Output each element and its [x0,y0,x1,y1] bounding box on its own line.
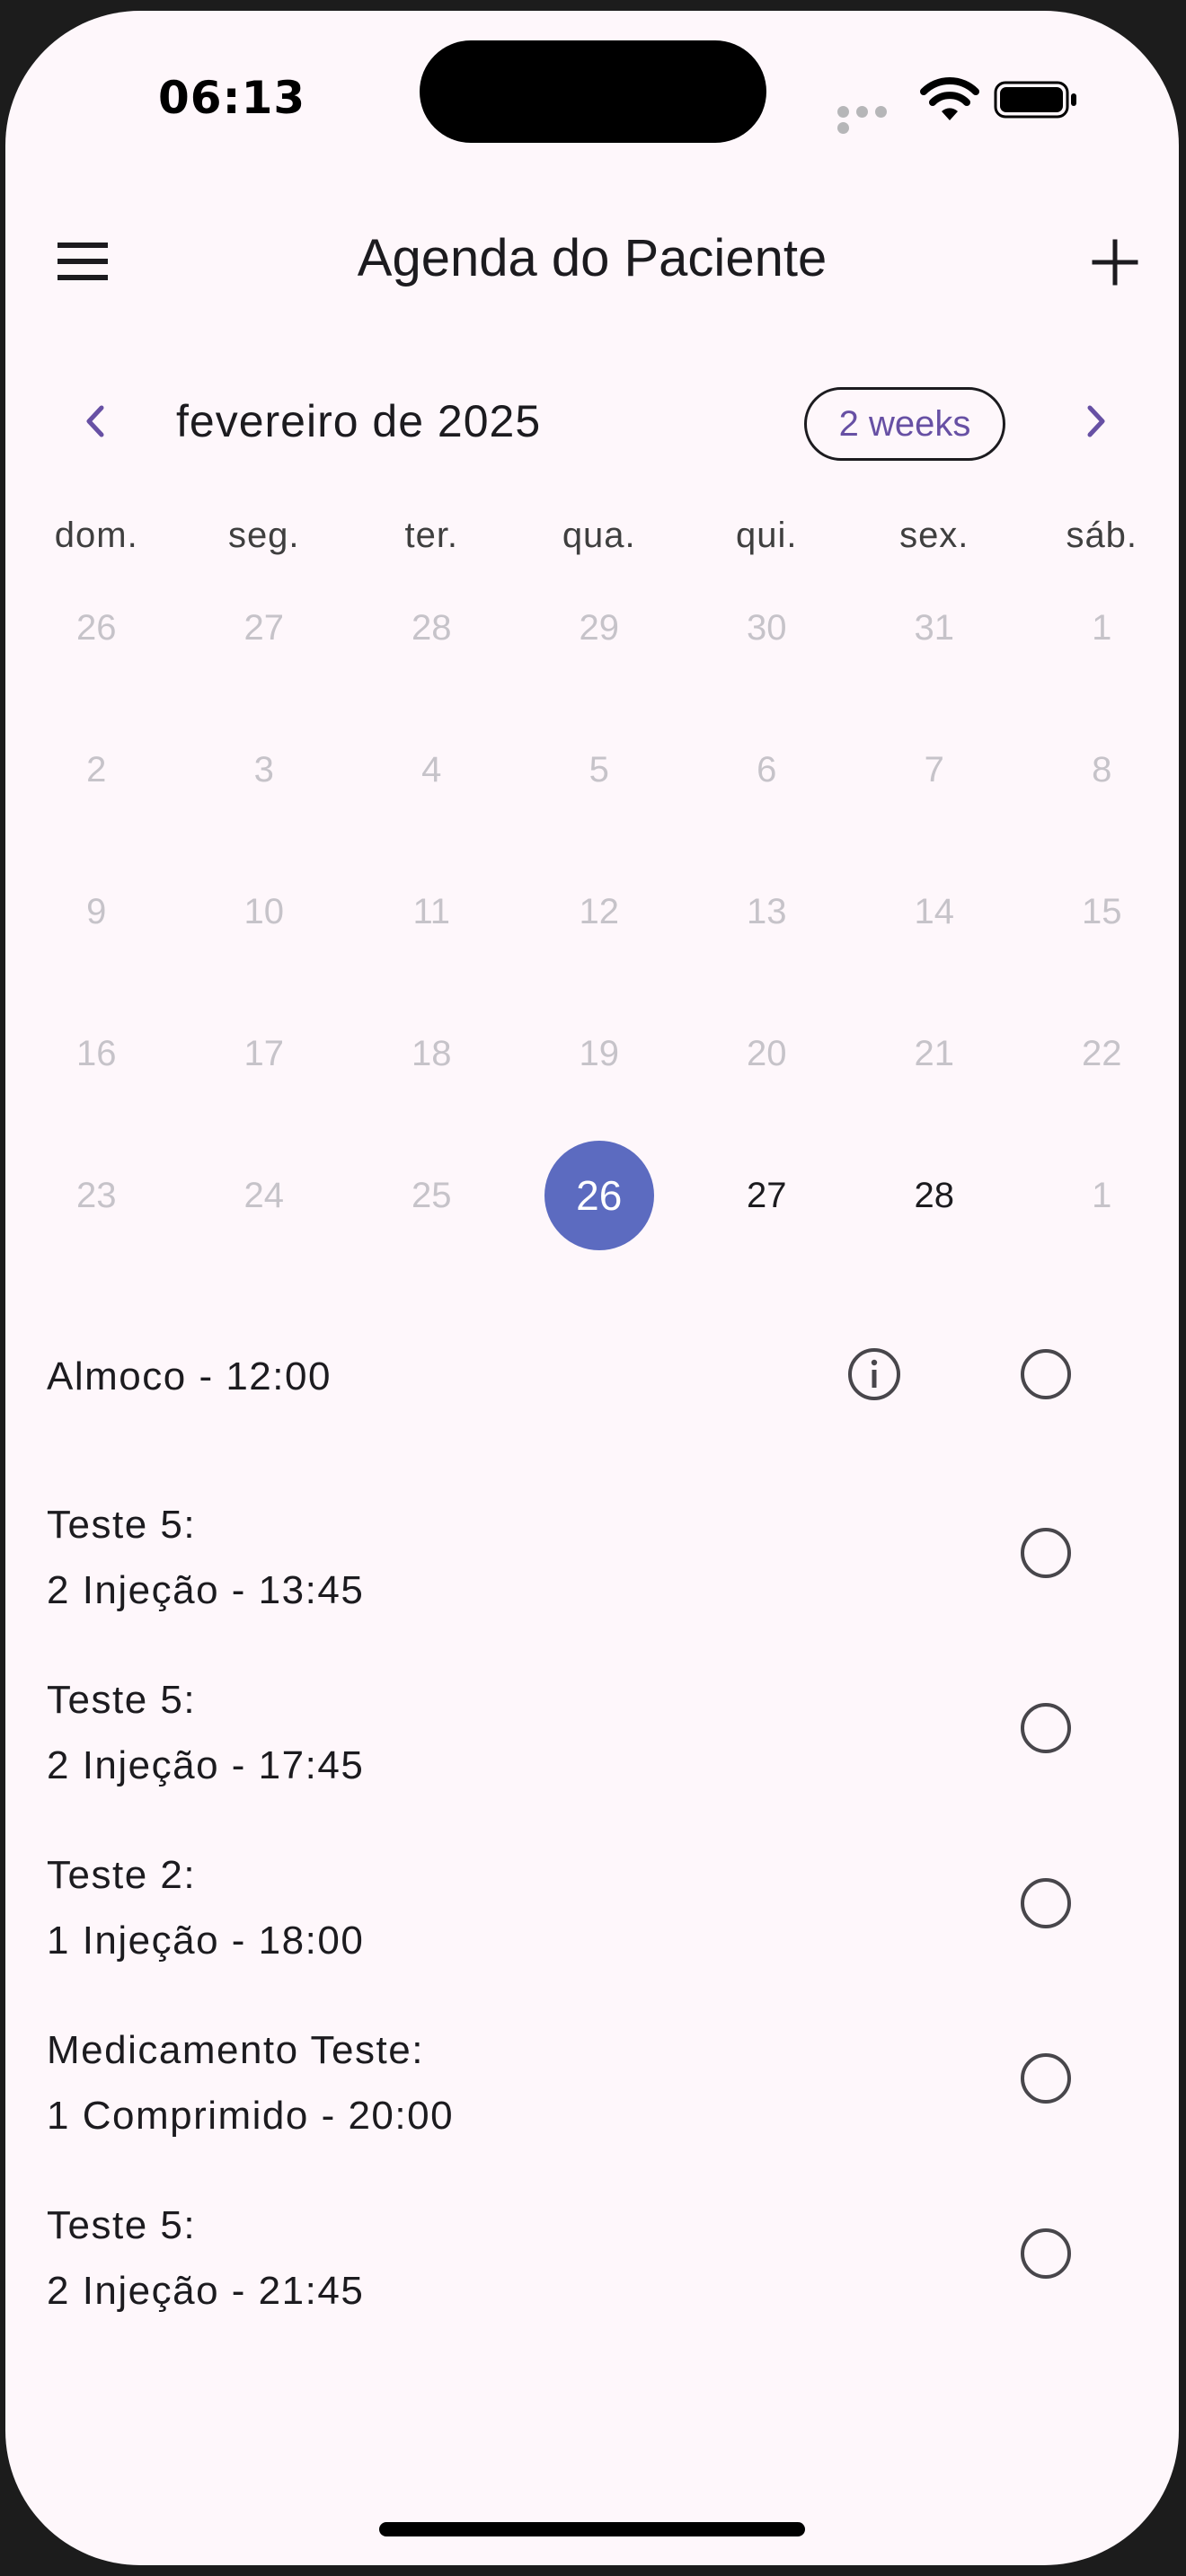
week-row: 2 3 4 5 6 7 8 [13,699,1179,841]
day-cell[interactable]: 31 [851,557,1019,699]
event-item[interactable]: Teste 5: 2 Injeção - 21:45 [5,2203,1179,2378]
chevron-right-icon [1087,405,1105,437]
cellular-signal-icon [837,106,909,134]
weekday-label: seg. [227,516,300,555]
day-cell[interactable]: 3 [181,699,349,841]
day-cell[interactable]: 27 [683,1125,851,1266]
wifi-icon [920,77,979,120]
day-cell[interactable]: 28 [348,557,516,699]
calendar-grid: 26 27 28 29 30 31 1 2 3 4 5 6 7 8 9 10 1… [13,557,1179,1266]
week-row: 9 10 11 12 13 14 15 [13,841,1179,983]
day-cell[interactable]: 9 [13,841,181,983]
weekday-label: dom. [54,516,138,555]
day-cell[interactable]: 20 [683,983,851,1125]
page-title: Agenda do Paciente [357,229,828,287]
day-cell[interactable]: 12 [516,841,684,983]
day-cell[interactable]: 13 [683,841,851,983]
week-row: 16 17 18 19 20 21 22 [13,983,1179,1125]
event-title: Teste 2: [47,1853,197,1897]
info-icon[interactable] [845,1345,903,1403]
event-detail: 2 Injeção - 21:45 [47,2269,365,2313]
day-cell[interactable]: 15 [1018,841,1179,983]
day-cell[interactable]: 1 [1018,1125,1179,1266]
previous-month-button[interactable] [72,397,120,446]
weekday-label: ter. [404,516,459,555]
week-row: 23 24 25 26 27 28 1 [13,1125,1179,1266]
app-screen: 06:13 Agenda do Paciente fevereiro de 20… [5,11,1179,2565]
day-cell[interactable]: 16 [13,983,181,1125]
event-detail: 1 Injeção - 18:00 [47,1919,365,1963]
calendar-format-button[interactable]: 2 weeks [804,387,1005,461]
day-cell[interactable]: 24 [181,1125,349,1266]
status-circle-icon[interactable] [1021,2053,1071,2104]
day-cell[interactable]: 2 [13,699,181,841]
day-cell[interactable]: 30 [683,557,851,699]
event-item[interactable]: Medicamento Teste: 1 Comprimido - 20:00 [5,2028,1179,2203]
event-title: Teste 5: [47,1678,197,1722]
day-cell[interactable]: 17 [181,983,349,1125]
status-time: 06:13 [158,72,306,124]
battery-icon [994,81,1076,119]
event-detail: 1 Comprimido - 20:00 [47,2094,455,2138]
event-item[interactable]: Almoco - 12:00 [5,1328,1179,1503]
day-cell[interactable]: 25 [348,1125,516,1266]
day-cell[interactable]: 11 [348,841,516,983]
event-title: Teste 5: [47,2203,197,2247]
dynamic-island [420,40,766,143]
day-cell[interactable]: 26 [13,557,181,699]
weekday-header: dom. seg. ter. qua. qui. sex. sáb. [13,516,1179,560]
status-circle-icon[interactable] [1021,1349,1071,1399]
weekday-label: sex. [899,516,969,555]
status-circle-icon[interactable] [1021,2228,1071,2279]
week-row: 26 27 28 29 30 31 1 [13,557,1179,699]
status-circle-icon[interactable] [1021,1703,1071,1753]
event-item[interactable]: Teste 5: 2 Injeção - 17:45 [5,1678,1179,1853]
event-list: Almoco - 12:00 Teste 5: 2 Injeção - 13:4… [5,1328,1179,2378]
day-cell[interactable]: 1 [1018,557,1179,699]
event-title: Medicamento Teste: [47,2028,424,2072]
status-circle-icon[interactable] [1021,1528,1071,1578]
month-label: fevereiro de 2025 [176,396,542,446]
event-title: Almoco - 12:00 [47,1354,332,1398]
day-cell[interactable]: 27 [181,557,349,699]
plus-icon [1092,239,1138,286]
day-cell[interactable]: 21 [851,983,1019,1125]
day-cell[interactable]: 7 [851,699,1019,841]
day-cell[interactable]: 6 [683,699,851,841]
device-frame: 06:13 Agenda do Paciente fevereiro de 20… [0,0,1186,2576]
event-detail: 2 Injeção - 13:45 [47,1568,365,1612]
event-item[interactable]: Teste 5: 2 Injeção - 13:45 [5,1503,1179,1678]
add-button[interactable] [1084,231,1146,294]
day-cell[interactable]: 23 [13,1125,181,1266]
home-indicator[interactable] [379,2522,805,2536]
day-cell[interactable]: 5 [516,699,684,841]
day-cell-selected[interactable]: 26 [516,1125,684,1266]
weekday-label: sáb. [1066,516,1138,555]
status-circle-icon[interactable] [1021,1878,1071,1928]
day-cell[interactable]: 18 [348,983,516,1125]
day-cell[interactable]: 28 [851,1125,1019,1266]
day-cell[interactable]: 22 [1018,983,1179,1125]
event-item[interactable]: Teste 2: 1 Injeção - 18:00 [5,1853,1179,2028]
event-detail: 2 Injeção - 17:45 [47,1743,365,1787]
chevron-left-icon [86,405,104,437]
weekday-label: qui. [736,516,798,555]
day-cell[interactable]: 29 [516,557,684,699]
day-cell[interactable]: 14 [851,841,1019,983]
day-cell[interactable]: 10 [181,841,349,983]
next-month-button[interactable] [1071,397,1120,446]
day-cell[interactable]: 19 [516,983,684,1125]
weekday-label: qua. [562,516,636,555]
day-cell[interactable]: 8 [1018,699,1179,841]
day-cell[interactable]: 4 [348,699,516,841]
event-title: Teste 5: [47,1503,197,1547]
